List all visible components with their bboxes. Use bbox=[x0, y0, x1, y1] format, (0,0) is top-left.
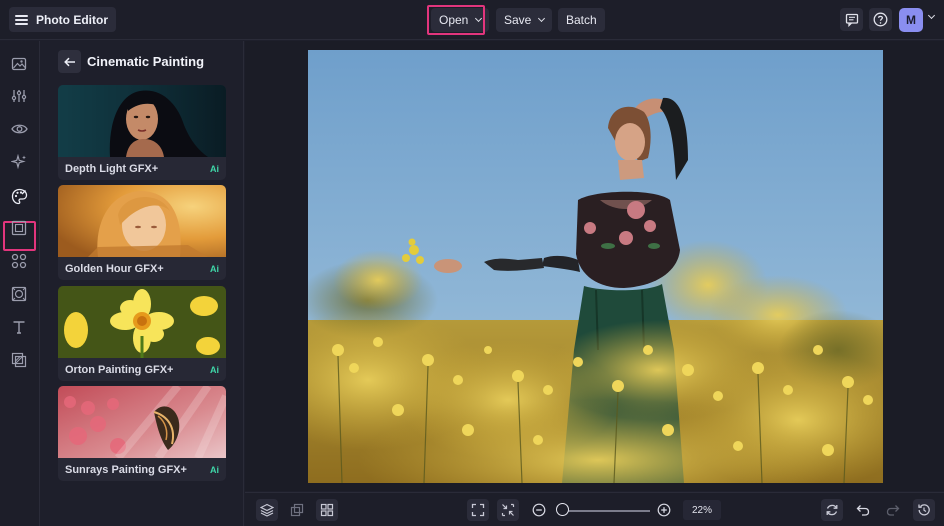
rail-item-image[interactable] bbox=[8, 53, 30, 75]
adjust-sliders-icon bbox=[11, 90, 27, 102]
zoom-value[interactable]: 22% bbox=[683, 500, 721, 520]
feedback-button[interactable] bbox=[840, 8, 863, 31]
undo-button[interactable] bbox=[852, 499, 874, 521]
golden-hour-thumbnail bbox=[58, 185, 226, 257]
feedback-icon bbox=[845, 13, 858, 27]
zoom-out-button[interactable] bbox=[528, 499, 550, 521]
effect-label: Orton Painting GFX+ bbox=[65, 364, 174, 376]
text-icon bbox=[13, 321, 25, 334]
overlay-icon bbox=[11, 286, 27, 302]
batch-button[interactable]: Batch bbox=[558, 8, 605, 32]
save-label: Save bbox=[504, 13, 532, 27]
depth-light-thumbnail bbox=[58, 85, 226, 157]
top-bar: Photo Editor Open Save Batch M bbox=[0, 0, 944, 40]
redo-icon bbox=[886, 505, 900, 516]
back-button[interactable] bbox=[58, 50, 81, 73]
grid-icon bbox=[320, 503, 334, 517]
eye-icon bbox=[10, 124, 28, 134]
effect-label: Depth Light GFX+ bbox=[65, 163, 159, 175]
avatar[interactable]: M bbox=[899, 8, 923, 32]
shrink-icon bbox=[501, 503, 515, 517]
orton-painting-thumbnail bbox=[58, 286, 226, 358]
compare-icon bbox=[290, 503, 304, 517]
effect-label: Sunrays Painting GFX+ bbox=[65, 464, 187, 476]
zoom-slider-handle[interactable] bbox=[556, 503, 569, 516]
help-icon bbox=[873, 12, 888, 27]
history-icon bbox=[918, 504, 930, 516]
zoom-in-button[interactable] bbox=[653, 499, 675, 521]
effect-card-golden-hour[interactable]: Golden Hour GFX+ Ai bbox=[58, 185, 226, 280]
rail-item-adjust[interactable] bbox=[8, 85, 30, 107]
actual-size-button[interactable] bbox=[497, 499, 519, 521]
effect-card-depth-light[interactable]: Depth Light GFX+ Ai bbox=[58, 85, 226, 180]
artsy-palette-icon bbox=[11, 188, 27, 204]
help-button[interactable] bbox=[869, 8, 892, 31]
batch-label: Batch bbox=[566, 13, 597, 27]
save-button[interactable]: Save bbox=[496, 8, 553, 32]
rail-item-touchup[interactable] bbox=[8, 118, 30, 140]
rail-item-overlays[interactable] bbox=[8, 283, 30, 305]
tool-rail bbox=[0, 41, 40, 526]
effect-label: Golden Hour GFX+ bbox=[65, 263, 164, 275]
sparkle-effects-icon bbox=[11, 154, 26, 170]
rail-item-frames[interactable] bbox=[8, 217, 30, 239]
open-highlight-box bbox=[427, 5, 485, 35]
graphics-icon bbox=[11, 253, 27, 269]
chevron-down-icon bbox=[538, 14, 546, 23]
app-title: Photo Editor bbox=[36, 12, 108, 27]
layers-button[interactable] bbox=[256, 499, 278, 521]
hamburger-icon bbox=[15, 14, 28, 25]
zoom-slider-track[interactable] bbox=[562, 510, 650, 512]
effect-card-orton-painting[interactable]: Orton Painting GFX+ Ai bbox=[58, 286, 226, 381]
rail-item-graphics[interactable] bbox=[8, 250, 30, 272]
ai-badge: Ai bbox=[210, 465, 219, 475]
ai-badge: Ai bbox=[210, 365, 219, 375]
history-button[interactable] bbox=[913, 499, 935, 521]
compare-button[interactable] bbox=[286, 499, 308, 521]
reset-button[interactable] bbox=[821, 499, 843, 521]
image-icon bbox=[11, 57, 27, 71]
arrow-left-icon bbox=[63, 57, 75, 66]
undo-icon bbox=[856, 505, 870, 516]
grid-view-button[interactable] bbox=[316, 499, 338, 521]
texture-icon bbox=[11, 352, 27, 368]
rail-item-artsy[interactable] bbox=[8, 185, 30, 207]
ai-badge: Ai bbox=[210, 264, 219, 274]
rail-item-textures[interactable] bbox=[8, 349, 30, 371]
effect-card-sunrays-painting[interactable]: Sunrays Painting GFX+ Ai bbox=[58, 386, 226, 481]
refresh-icon bbox=[826, 504, 838, 516]
ai-badge: Ai bbox=[210, 164, 219, 174]
panel-title: Cinematic Painting bbox=[87, 54, 205, 69]
expand-icon bbox=[471, 503, 485, 517]
layers-icon bbox=[260, 503, 274, 517]
photo-canvas[interactable] bbox=[308, 50, 883, 483]
sunrays-painting-thumbnail bbox=[58, 386, 226, 458]
fit-screen-button[interactable] bbox=[467, 499, 489, 521]
account-chevron-down-icon[interactable] bbox=[927, 11, 936, 20]
rail-item-effects[interactable] bbox=[8, 151, 30, 173]
main-menu-button[interactable]: Photo Editor bbox=[9, 7, 116, 32]
rail-item-text[interactable] bbox=[8, 316, 30, 338]
frame-icon bbox=[11, 220, 27, 236]
photo-image bbox=[308, 50, 883, 483]
minus-circle-icon bbox=[532, 503, 546, 517]
effects-panel: Cinematic Painting Depth Light GFX+ Ai G… bbox=[41, 41, 244, 526]
redo-button[interactable] bbox=[882, 499, 904, 521]
plus-circle-icon bbox=[657, 503, 671, 517]
bottom-toolbar bbox=[245, 492, 944, 526]
